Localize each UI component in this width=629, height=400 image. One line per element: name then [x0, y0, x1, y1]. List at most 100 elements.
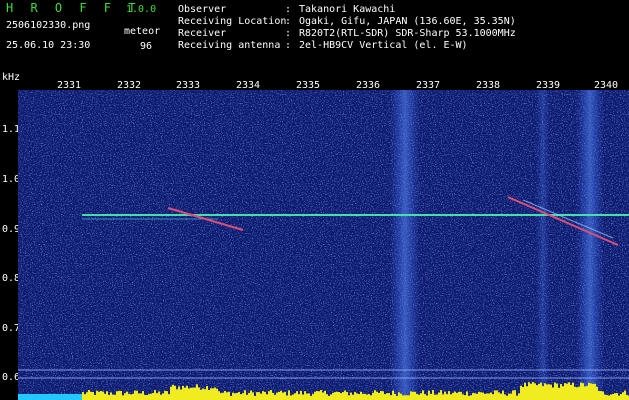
level-bar [162, 393, 164, 400]
level-bar [144, 394, 146, 400]
level-bar [400, 393, 402, 400]
level-bar [430, 393, 432, 400]
level-bar [158, 391, 160, 400]
info-label-location: Receiving Location [178, 16, 287, 27]
level-bar [328, 395, 330, 400]
level-bar [232, 392, 234, 400]
level-bar [336, 391, 338, 400]
level-bar [500, 393, 502, 400]
level-bar [364, 393, 366, 400]
level-bar [516, 395, 518, 400]
level-bar [210, 388, 212, 400]
level-bar [226, 392, 228, 400]
level-bar [388, 393, 390, 400]
level-bar [588, 382, 590, 400]
level-bar [382, 391, 384, 400]
info-separator: : [285, 4, 292, 15]
level-bar [398, 392, 400, 400]
interference-band [576, 90, 604, 400]
level-bar [342, 392, 344, 400]
level-bar [550, 384, 552, 400]
level-bar [436, 394, 438, 400]
level-bar [282, 392, 284, 400]
level-bar [152, 392, 154, 400]
level-bar [230, 395, 232, 400]
level-bar [376, 391, 378, 400]
level-bar [514, 390, 516, 400]
level-bar [212, 388, 214, 400]
level-bar [168, 394, 170, 400]
level-bar [458, 391, 460, 400]
level-bar [236, 392, 238, 400]
level-bar [590, 383, 592, 400]
level-bar [198, 387, 200, 400]
level-bar [482, 392, 484, 400]
level-bar [446, 394, 448, 400]
level-bar [294, 393, 296, 400]
level-bar [554, 382, 556, 400]
level-bar [556, 383, 558, 400]
level-bar [540, 382, 542, 400]
level-bar [572, 382, 574, 400]
level-bar [444, 391, 446, 400]
level-bar [486, 393, 488, 400]
level-bar [346, 391, 348, 400]
level-bar [412, 391, 414, 400]
level-bar [322, 392, 324, 400]
level-bar [272, 393, 274, 400]
level-bar [484, 393, 486, 400]
info-label-observer: Observer [178, 4, 227, 15]
info-value-receiver: R820T2(RTL-SDR) SDR-Sharp 53.1000MHz [299, 28, 516, 39]
level-bar [450, 394, 452, 400]
info-label-receiver: Receiver [178, 28, 227, 39]
level-bar [170, 386, 172, 400]
level-bar [612, 393, 614, 400]
level-bar [300, 390, 302, 400]
level-bar [224, 390, 226, 400]
level-bar [520, 385, 522, 400]
level-bar [290, 395, 292, 400]
level-bar [114, 394, 116, 400]
level-bar [538, 383, 540, 400]
level-bar [308, 393, 310, 400]
level-bar [188, 388, 190, 400]
level-bar [568, 382, 570, 400]
info-value-antenna: 2el-HB9CV Vertical (el. E-W) [299, 40, 468, 51]
level-bar [156, 393, 158, 400]
level-bar [178, 386, 180, 400]
level-bar [614, 393, 616, 400]
level-bar [508, 393, 510, 400]
level-bar [390, 395, 392, 400]
level-bar [176, 389, 178, 400]
level-bar [304, 391, 306, 400]
level-bar [438, 392, 440, 400]
level-bar [462, 394, 464, 400]
level-bar [84, 394, 86, 400]
level-bar [164, 390, 166, 400]
level-bar [432, 390, 434, 400]
level-bar [494, 390, 496, 400]
level-bar [96, 390, 98, 400]
level-bar [298, 394, 300, 400]
level-bar [460, 391, 462, 400]
level-bar [542, 386, 544, 400]
level-bar [548, 384, 550, 400]
level-bar [98, 391, 100, 400]
level-bar [284, 391, 286, 400]
level-bar [320, 390, 322, 400]
info-label-antenna: Receiving antenna [178, 40, 281, 51]
level-bar [208, 389, 210, 400]
level-bar [528, 382, 530, 400]
level-bar [362, 393, 364, 400]
axis-unit: kHz [2, 72, 21, 83]
level-bar [406, 395, 408, 400]
level-bar [410, 391, 412, 400]
info-separator: : [285, 16, 292, 27]
level-bar [254, 395, 256, 400]
level-bar [88, 390, 90, 400]
level-bar [270, 390, 272, 400]
interference-band [390, 90, 420, 400]
level-bar [350, 392, 352, 400]
level-bar [440, 390, 442, 400]
level-bar [452, 392, 454, 400]
